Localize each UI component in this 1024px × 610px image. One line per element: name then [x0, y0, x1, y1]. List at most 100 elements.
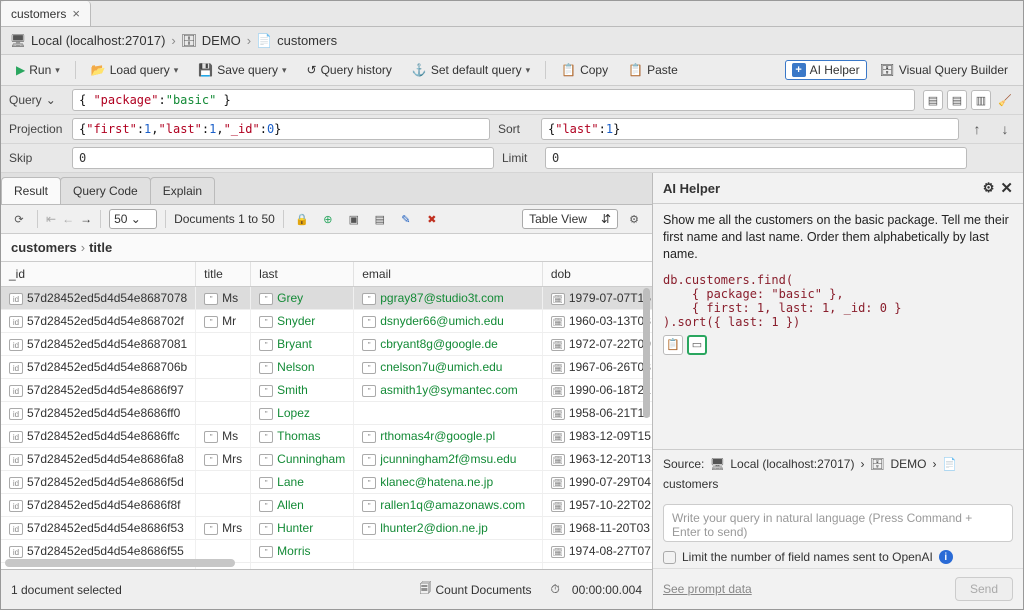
table-row[interactable]: id57d28452ed5d4d54e868706b"Nelson"cnelso… — [1, 356, 652, 379]
page-prev-icon[interactable]: ← — [62, 212, 74, 226]
results-table: _id title last email dob id57d28452ed5d4… — [1, 262, 652, 569]
vertical-scrollbar[interactable] — [643, 288, 650, 418]
broom-icon[interactable]: 🧹 — [995, 90, 1015, 110]
send-button[interactable]: Send — [955, 577, 1013, 601]
source-connection[interactable]: Local (localhost:27017) — [730, 457, 854, 471]
tab-query-code[interactable]: Query Code — [60, 177, 151, 204]
query-field[interactable]: { "package" : "basic" } — [72, 89, 915, 111]
sort-desc-icon[interactable]: ↓ — [995, 119, 1015, 139]
load-query-button[interactable]: 📂Load query ▾ — [84, 59, 186, 81]
ai-input[interactable]: Write your query in natural language (Pr… — [663, 504, 1013, 542]
lock-icon[interactable]: 🔒 — [292, 209, 312, 229]
copy-button[interactable]: 📋Copy — [554, 59, 615, 81]
tab-bar: customers × — [1, 1, 1023, 27]
close-icon[interactable]: × — [72, 6, 80, 21]
gear-icon[interactable]: ⚙ — [624, 209, 644, 229]
table-row[interactable]: id57d28452ed5d4d54e8686f97"Smith"asmith1… — [1, 379, 652, 402]
crumb-collection[interactable]: customers — [277, 33, 337, 48]
query-action-3-icon[interactable]: ▥ — [971, 90, 991, 110]
limit-fields-label: Limit the number of field names sent to … — [682, 550, 933, 564]
table-row[interactable]: id57d28452ed5d4d54e868702f"Mr"Snyder"dsn… — [1, 310, 652, 333]
result-tabs: Result Query Code Explain — [1, 173, 652, 205]
crumb-database[interactable]: DEMO — [202, 33, 241, 48]
limit-fields-checkbox[interactable] — [663, 551, 676, 564]
col-dob[interactable]: dob — [542, 262, 652, 287]
database-icon: 🗄 — [182, 34, 196, 48]
crumb-connection[interactable]: Local (localhost:27017) — [31, 33, 165, 48]
documents-range: Documents 1 to 50 — [174, 212, 275, 226]
page-size-select[interactable]: 50 ⌄ — [109, 209, 157, 229]
see-prompt-link[interactable]: See prompt data — [663, 582, 752, 596]
breadcrumb: 🖥 Local (localhost:27017) › 🗄 DEMO › 📄 c… — [1, 27, 1023, 55]
projection-label: Projection — [9, 122, 64, 136]
info-icon[interactable]: i — [939, 550, 953, 564]
col-id[interactable]: _id — [1, 262, 196, 287]
ai-generated-code: db.customers.find( { package: "basic" },… — [663, 273, 1013, 329]
ai-helper-title: AI Helper — [663, 181, 720, 196]
table-row[interactable]: id57d28452ed5d4d54e8686f53"Mrs"Hunter"lh… — [1, 517, 652, 540]
source-collection[interactable]: customers — [663, 477, 718, 491]
run-button[interactable]: ▶Run ▾ — [9, 59, 67, 81]
ai-helper-panel: AI Helper ⚙ ✕ Show me all the customers … — [653, 173, 1023, 609]
count-documents-button[interactable]: 🗐Count Documents — [413, 575, 539, 604]
limit-label: Limit — [502, 151, 537, 165]
query-action-2-icon[interactable]: ▤ — [947, 90, 967, 110]
page-next-icon[interactable]: → — [80, 212, 92, 226]
view1-icon[interactable]: ▣ — [344, 209, 364, 229]
tab-customers[interactable]: customers × — [1, 1, 91, 26]
query-action-1-icon[interactable]: ▤ — [923, 90, 943, 110]
collection-icon: 📄 — [257, 34, 271, 48]
apply-code-icon[interactable]: ▭ — [687, 335, 707, 355]
copy-code-icon[interactable]: 📋 — [663, 335, 683, 355]
query-history-button[interactable]: ↺Query history — [300, 59, 399, 81]
selection-status: 1 document selected — [11, 583, 122, 597]
set-default-query-button[interactable]: ⚓Set default query ▾ — [405, 59, 537, 81]
sort-field[interactable]: {"last": 1} — [541, 118, 959, 140]
edit-icon[interactable]: ✎ — [396, 209, 416, 229]
sort-asc-icon[interactable]: ↑ — [967, 119, 987, 139]
table-row[interactable]: id57d28452ed5d4d54e8687078"Ms"Grey"pgray… — [1, 287, 652, 310]
close-panel-icon[interactable]: ✕ — [1000, 179, 1013, 197]
visual-query-builder-button[interactable]: 🗄Visual Query Builder — [873, 59, 1015, 81]
table-row[interactable]: id57d28452ed5d4d54e8686ffc"Ms"Thomas"rth… — [1, 425, 652, 448]
save-query-button[interactable]: 💾Save query ▾ — [191, 59, 293, 81]
status-bar: 1 document selected 🗐Count Documents ⏱ 0… — [1, 569, 652, 609]
ai-source-row: Source: 🖥 Local (localhost:27017) › 🗄 DE… — [653, 449, 1023, 498]
col-last[interactable]: last — [251, 262, 354, 287]
elapsed-time: 00:00:00.004 — [572, 583, 642, 597]
table-row[interactable]: id57d28452ed5d4d54e8686fa8"Mrs"Cunningha… — [1, 448, 652, 471]
page-first-icon[interactable]: ⇤ — [46, 212, 56, 226]
limit-field[interactable]: 0 — [545, 147, 967, 169]
results-breadcrumb-field[interactable]: title — [89, 240, 112, 255]
col-email[interactable]: email — [354, 262, 543, 287]
main-toolbar: ▶Run ▾ 📂Load query ▾ 💾Save query ▾ ↺Quer… — [1, 55, 1023, 86]
skip-field[interactable]: 0 — [72, 147, 494, 169]
query-label: Query ⌄ — [9, 93, 64, 107]
tab-explain[interactable]: Explain — [150, 177, 215, 204]
table-row[interactable]: id57d28452ed5d4d54e8686f8f"Allen"rallen1… — [1, 494, 652, 517]
ai-helper-button[interactable]: +AI Helper — [785, 60, 867, 80]
results-table-wrap[interactable]: _id title last email dob id57d28452ed5d4… — [1, 262, 652, 569]
source-database[interactable]: DEMO — [890, 457, 926, 471]
projection-field[interactable]: {"first": 1, "last": 1, "_id": 0} — [72, 118, 490, 140]
results-breadcrumb-coll[interactable]: customers — [11, 240, 77, 255]
table-row[interactable]: id57d28452ed5d4d54e8686f5d"Lane"klanec@h… — [1, 471, 652, 494]
delete-icon[interactable]: ✖ — [422, 209, 442, 229]
clock-icon: ⏱ — [551, 582, 560, 597]
results-toolbar: ⟳ ⇤ ← → 50 ⌄ Documents 1 to 50 🔒 ⊕ ▣ ▤ ✎… — [1, 205, 652, 234]
source-label: Source: — [663, 457, 704, 471]
ai-prompt-text: Show me all the customers on the basic p… — [663, 212, 1013, 263]
table-row[interactable]: id57d28452ed5d4d54e8686ff0"Lopez🗓1958-06… — [1, 402, 652, 425]
view-mode-select[interactable]: Table View⇵ — [522, 209, 618, 229]
horizontal-scrollbar[interactable] — [5, 559, 235, 567]
sort-label: Sort — [498, 122, 533, 136]
table-row[interactable]: id57d28452ed5d4d54e8687081"Bryant"cbryan… — [1, 333, 652, 356]
col-title[interactable]: title — [196, 262, 251, 287]
tab-label: customers — [11, 7, 66, 21]
paste-button[interactable]: 📋Paste — [621, 59, 685, 81]
settings-icon[interactable]: ⚙ — [983, 180, 995, 196]
view2-icon[interactable]: ▤ — [370, 209, 390, 229]
refresh-icon[interactable]: ⟳ — [9, 209, 29, 229]
add-doc-icon[interactable]: ⊕ — [318, 209, 338, 229]
tab-result[interactable]: Result — [1, 177, 61, 204]
